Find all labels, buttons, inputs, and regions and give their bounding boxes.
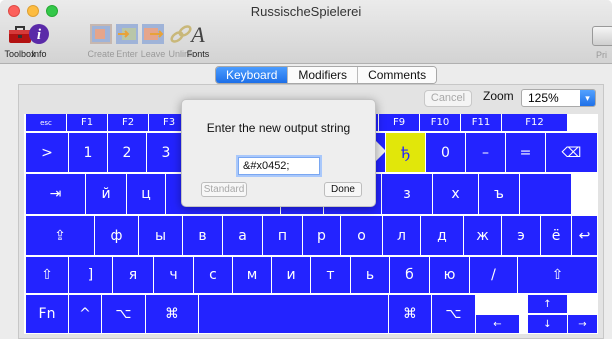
window-title: RussischeSpielerei (250, 4, 362, 19)
key-selected[interactable]: ђ (386, 133, 426, 173)
key-f12[interactable]: F12 (502, 114, 568, 132)
key-row5-7[interactable]: т (311, 257, 351, 294)
key-return[interactable]: ↩ (572, 216, 598, 256)
key-shift-right[interactable]: ⇧ (518, 257, 598, 294)
key-row6-r1[interactable]: ⌥ (432, 295, 476, 334)
key-row6-l2[interactable]: ⌥ (102, 295, 146, 334)
key-f9[interactable]: F9 (379, 114, 420, 132)
tab-bar: Keyboard Modifiers Comments (215, 66, 438, 84)
key-row4-11[interactable]: э (502, 216, 541, 256)
key-f10[interactable]: F10 (420, 114, 461, 132)
key-space[interactable] (199, 295, 389, 334)
key-caps[interactable]: ⇪ (26, 216, 95, 256)
key-row4-7[interactable]: о (341, 216, 383, 256)
svg-text:A: A (189, 22, 205, 46)
key-row2-2[interactable]: 2 (108, 133, 147, 173)
popup-pointer (375, 140, 386, 162)
key-row6-l3[interactable]: ⌘ (146, 295, 199, 334)
key-row5-9[interactable]: б (390, 257, 430, 294)
key-row2-r2[interactable]: = (506, 133, 546, 173)
app-window: RussischeSpielerei Toolbox i Info Create… (0, 0, 612, 339)
key-row5-10[interactable]: ю (430, 257, 470, 294)
key-row4-2[interactable]: ы (139, 216, 183, 256)
key-row3-6[interactable]: х (433, 174, 479, 215)
output-string-input[interactable]: &#x0452; (238, 157, 320, 175)
key-row3-2[interactable]: ц (127, 174, 166, 215)
info-icon: i (26, 22, 52, 46)
tab-modifiers[interactable]: Modifiers (287, 67, 358, 83)
fonts-button[interactable]: A Fonts (185, 22, 211, 59)
zoom-label: Zoom (483, 89, 514, 103)
key-row3-5[interactable]: з (382, 174, 433, 215)
key-row5-11[interactable]: / (470, 257, 518, 294)
key-row3-7[interactable]: ъ (479, 174, 520, 215)
key-row5-3[interactable]: ч (154, 257, 194, 294)
print-icon[interactable] (592, 26, 612, 46)
key-row6-l1[interactable]: ^ (69, 295, 102, 334)
key-row2-r0[interactable]: 0 (426, 133, 466, 173)
key-row4-6[interactable]: р (303, 216, 341, 256)
key-row5-5[interactable]: м (233, 257, 272, 294)
key-row4-12[interactable]: ё (541, 216, 572, 256)
key-row5-2[interactable]: я (113, 257, 154, 294)
key-f11[interactable]: F11 (461, 114, 502, 132)
key-tab[interactable]: ⇥ (26, 174, 86, 215)
key-row3-end[interactable] (520, 174, 572, 215)
key-row4-4[interactable]: а (223, 216, 263, 256)
key-row2-1[interactable]: 1 (69, 133, 108, 173)
tab-comments[interactable]: Comments (357, 67, 437, 83)
output-string-popover: Enter the new output string &#x0452; Sta… (181, 99, 376, 207)
key-arrow-up[interactable]: ↑ (528, 295, 568, 314)
standard-button[interactable]: Standard (201, 182, 247, 197)
zoom-value: 125% (528, 91, 559, 105)
key-esc[interactable]: esc (26, 114, 67, 132)
key-arrow-left[interactable]: ← (476, 315, 520, 334)
info-button[interactable]: i Info (17, 22, 61, 59)
fonts-icon: A (185, 22, 211, 47)
key-row4-5[interactable]: п (263, 216, 303, 256)
key-row4-3[interactable]: в (183, 216, 223, 256)
key-arrow-down[interactable]: ↓ (528, 315, 568, 334)
popup-title: Enter the new output string (206, 121, 351, 135)
zoom-select[interactable]: 125% ▾ (521, 89, 596, 107)
chevron-down-icon: ▾ (580, 90, 595, 106)
key-row2-r3[interactable]: ⌫ (546, 133, 598, 173)
key-f2[interactable]: F2 (108, 114, 149, 132)
key-shift-left[interactable]: ⇧ (26, 257, 69, 294)
key-arrow-right[interactable]: → (568, 315, 598, 334)
titlebar: RussischeSpielerei Toolbox i Info Create… (0, 0, 612, 64)
key-row4-8[interactable]: л (383, 216, 421, 256)
key-row3-1[interactable]: й (86, 174, 127, 215)
key-row5-8[interactable]: ь (351, 257, 390, 294)
key-row4-10[interactable]: ж (464, 216, 502, 256)
done-button[interactable]: Done (324, 182, 362, 197)
tab-keyboard[interactable]: Keyboard (216, 67, 288, 83)
key-row5-6[interactable]: и (272, 257, 311, 294)
key-row2-0[interactable]: > (26, 133, 69, 173)
key-row6-r0[interactable]: ⌘ (389, 295, 432, 334)
key-row5-4[interactable]: с (194, 257, 233, 294)
key-row4-1[interactable]: ф (95, 216, 139, 256)
key-row6-l0[interactable]: Fn (26, 295, 69, 334)
key-f1[interactable]: F1 (67, 114, 108, 132)
cancel-button[interactable]: Cancel (424, 90, 472, 107)
key-row5-1[interactable]: ] (69, 257, 113, 294)
key-row2-r1[interactable]: – (466, 133, 506, 173)
key-row4-9[interactable]: д (421, 216, 464, 256)
print-label: Pri (596, 50, 607, 60)
